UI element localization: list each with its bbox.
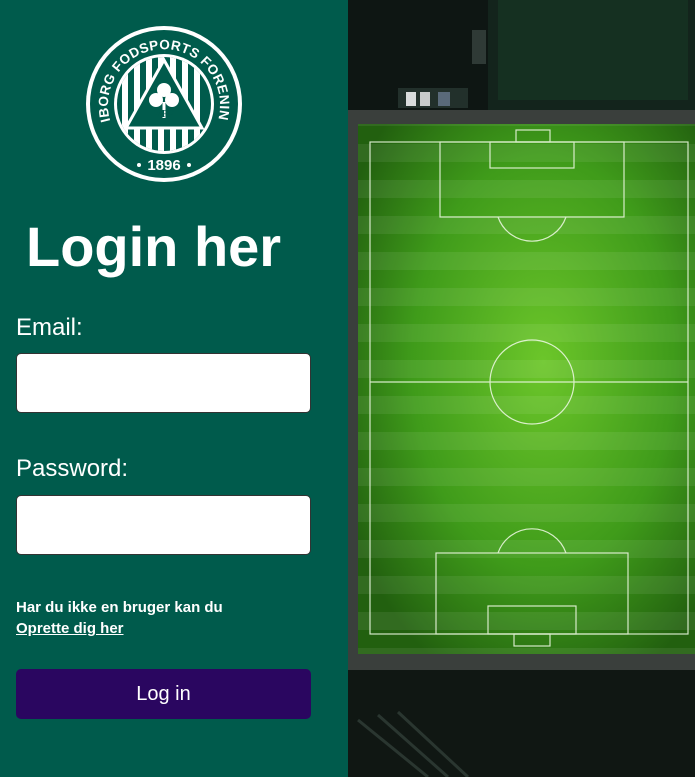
signup-prompt: Har du ikke en bruger kan du [16, 599, 223, 616]
football-pitch-image [348, 0, 695, 777]
club-logo: VFF VIBORG FODSPORTS FORENING 1896 [84, 24, 242, 182]
login-panel: VFF VIBORG FODSPORTS FORENING 1896 Login… [0, 0, 348, 777]
signup-prompt-block: Har du ikke en bruger kan du Oprette dig… [16, 597, 316, 639]
password-label: Password: [16, 455, 129, 482]
login-button[interactable]: Log in [16, 669, 311, 719]
email-label: Email: [16, 314, 83, 341]
logo-year: 1896 [147, 157, 180, 174]
signup-link[interactable]: Oprette dig her [16, 620, 124, 637]
background-image [348, 0, 695, 777]
password-field[interactable] [16, 495, 311, 555]
page-title: Login her [26, 215, 282, 278]
email-field[interactable] [16, 353, 311, 413]
logo-letters: VFF [154, 109, 173, 120]
